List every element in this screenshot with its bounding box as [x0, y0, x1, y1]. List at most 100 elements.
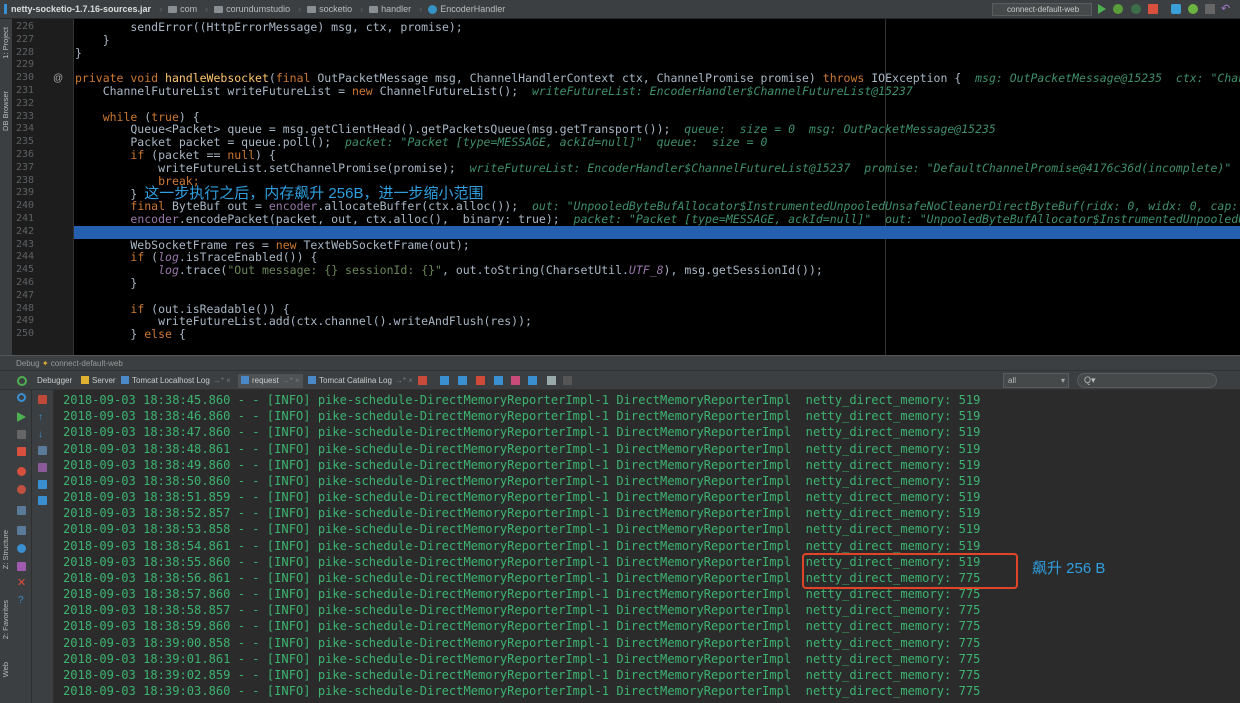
- run-icon[interactable]: [1098, 4, 1106, 14]
- tool-web[interactable]: Web: [1, 662, 10, 677]
- log-filter-select[interactable]: all ▾: [1003, 373, 1069, 388]
- debug-icon[interactable]: [1113, 4, 1123, 14]
- class-icon: [428, 4, 438, 14]
- view-breakpoints-icon[interactable]: [17, 467, 26, 476]
- folder-icon: [214, 5, 224, 13]
- line-number: 246: [16, 277, 35, 288]
- resume-program-icon[interactable]: [17, 412, 26, 422]
- code-token: else: [144, 327, 179, 342]
- line-number: 243: [16, 238, 35, 250]
- line-number: 228: [16, 46, 35, 58]
- run-config-select[interactable]: connect-default-web: [992, 3, 1092, 16]
- drop-frame-icon[interactable]: [511, 376, 520, 385]
- breadcrumb-jar[interactable]: netty-socketio-1.7.16-sources.jar: [4, 4, 151, 14]
- log-icon: [308, 376, 316, 384]
- clear-icon[interactable]: [38, 395, 47, 404]
- step-out-icon[interactable]: [494, 376, 503, 385]
- line-number: 239: [16, 187, 35, 199]
- resume-icon[interactable]: [1131, 4, 1141, 14]
- line-number: 249: [16, 315, 35, 327]
- right-margin-guide: [885, 19, 886, 355]
- log-line: 2018-09-03 18:39:01.861 - - [INFO] pike-…: [63, 651, 981, 666]
- settings-icon[interactable]: [17, 544, 26, 553]
- force-step-into-icon[interactable]: [476, 376, 485, 385]
- tab-tomcat-catalina-log[interactable]: Tomcat Catalina Log →* ×: [305, 374, 416, 388]
- vcs-update-icon[interactable]: [1171, 4, 1181, 14]
- debug-title-bar: Debug ✦ connect-default-web: [0, 355, 1240, 370]
- tab-tomcat-localhost-log[interactable]: Tomcat Localhost Log →* ×: [118, 374, 234, 388]
- highlight-box: [802, 553, 1018, 589]
- line-number: 229: [16, 59, 35, 71]
- chevron-down-icon: ▾: [1060, 376, 1065, 385]
- breadcrumb-item[interactable]: handler: [369, 4, 411, 14]
- help-icon[interactable]: ?: [18, 596, 27, 606]
- code-token: }: [75, 327, 145, 342]
- vcs-commit-icon[interactable]: [1188, 4, 1198, 14]
- layout-icon[interactable]: [17, 526, 26, 535]
- log-search-input[interactable]: Q▾: [1077, 373, 1217, 388]
- step-into-icon[interactable]: [458, 376, 467, 385]
- log-line: 2018-09-03 18:38:53.858 - - [INFO] pike-…: [63, 522, 981, 537]
- tab-request[interactable]: request →* ×: [238, 374, 303, 388]
- code-line: }: [75, 277, 137, 290]
- code-token: );: [545, 212, 574, 226]
- soft-wrap-icon[interactable]: [38, 446, 47, 455]
- breadcrumb-separator: ›: [419, 4, 423, 14]
- tab-server[interactable]: Server: [78, 374, 119, 388]
- line-number: 250: [16, 328, 35, 340]
- revert-icon[interactable]: ↶: [1221, 4, 1231, 15]
- breadcrumb-item[interactable]: socketio: [307, 4, 352, 14]
- rerun-icon[interactable]: [17, 393, 26, 402]
- code-token: }: [75, 45, 82, 60]
- trash-icon[interactable]: [38, 496, 47, 505]
- console-output[interactable]: 2018-09-03 18:38:45.860 - - [INFO] pike-…: [55, 390, 1240, 703]
- line-number: 232: [16, 97, 35, 109]
- code-token: new: [351, 84, 380, 98]
- line-number: 234: [16, 123, 35, 135]
- line-gutter: 226 227 228 229 230 231 232 233 234 235 236 237 238 2…: [12, 19, 74, 355]
- log-icon: [121, 376, 129, 384]
- history-icon[interactable]: [1205, 4, 1215, 14]
- code-token: .encodePacket(: [178, 212, 276, 226]
- line-number: 240: [16, 200, 35, 212]
- step-over-icon[interactable]: [440, 376, 449, 385]
- run-to-cursor-icon[interactable]: [528, 376, 537, 385]
- log-line: 2018-09-03 18:39:00.858 - - [INFO] pike-…: [63, 635, 981, 650]
- scroll-to-end-icon[interactable]: [38, 463, 47, 472]
- code-line: }: [75, 45, 82, 60]
- folder-icon: [168, 5, 178, 13]
- tool-structure[interactable]: Z: Structure: [1, 530, 10, 569]
- down-arrow-icon[interactable]: ↓: [38, 430, 47, 440]
- get-thread-dump-icon[interactable]: [17, 506, 26, 515]
- close-icon[interactable]: ✕: [17, 578, 26, 589]
- code-line: writeFutureList.setChannelPromise(promis…: [75, 160, 1232, 175]
- code-editor[interactable]: sendError((HttpErrorMessage) msg, ctx, p…: [74, 19, 1240, 355]
- log-line: 2018-09-03 18:38:54.861 - - [INFO] pike-…: [63, 538, 981, 553]
- breadcrumb-item[interactable]: com: [168, 4, 197, 14]
- up-arrow-icon[interactable]: ↑: [38, 413, 47, 423]
- print-icon[interactable]: [38, 480, 47, 489]
- line-number: 238: [16, 174, 35, 186]
- mute-breakpoints-icon[interactable]: [17, 485, 26, 494]
- stop-icon[interactable]: [1148, 4, 1158, 14]
- restart-icon[interactable]: [17, 376, 27, 386]
- pause-icon[interactable]: [17, 430, 26, 439]
- show-execution-point-icon[interactable]: [418, 376, 427, 385]
- code-token: writeFutureList: EncoderHandler$ChannelF…: [469, 160, 1232, 175]
- pin-icon[interactable]: [17, 562, 26, 571]
- code-token: .trace(: [178, 263, 228, 278]
- breadcrumb-item[interactable]: EncoderHandler: [428, 4, 505, 14]
- tab-debugger[interactable]: Debugger: [34, 374, 75, 388]
- tool-favorites[interactable]: 2: Favorites: [1, 600, 10, 639]
- stop-icon[interactable]: [17, 447, 26, 456]
- breadcrumb-item[interactable]: corundumstudio: [214, 4, 290, 14]
- code-token: UTF_8: [628, 263, 664, 278]
- tool-project[interactable]: 1: Project: [1, 27, 10, 59]
- log-line: 2018-09-03 18:38:51.859 - - [INFO] pike-…: [63, 490, 981, 505]
- tool-db-browser[interactable]: DB Browser: [1, 91, 10, 131]
- log-line: 2018-09-03 18:39:02.859 - - [INFO] pike-…: [63, 667, 981, 682]
- evaluate-icon[interactable]: [547, 376, 556, 385]
- log-line: 2018-09-03 18:38:47.860 - - [INFO] pike-…: [63, 425, 981, 440]
- trace-icon[interactable]: [563, 376, 572, 385]
